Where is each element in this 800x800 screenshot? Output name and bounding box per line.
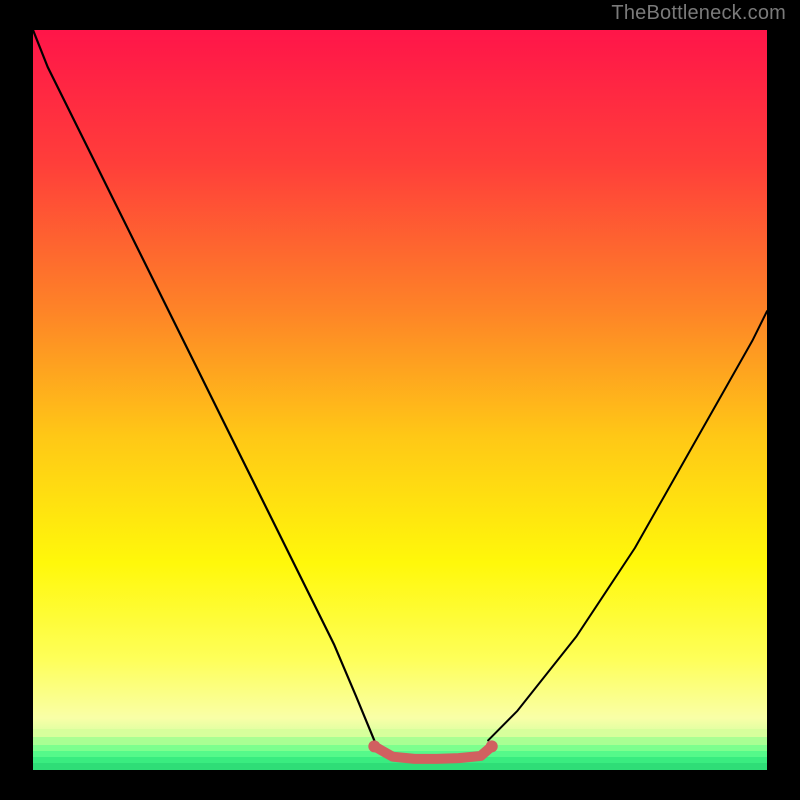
curve-overlay xyxy=(33,30,767,770)
series-curve-right xyxy=(488,311,767,740)
series-curve-left xyxy=(33,30,374,740)
marker-dot xyxy=(368,740,380,752)
plot-area xyxy=(33,30,767,770)
chart-frame: TheBottleneck.com xyxy=(0,0,800,800)
series-bottom-marker xyxy=(374,746,491,759)
watermark-text: TheBottleneck.com xyxy=(611,2,786,25)
marker-dot xyxy=(486,740,498,752)
